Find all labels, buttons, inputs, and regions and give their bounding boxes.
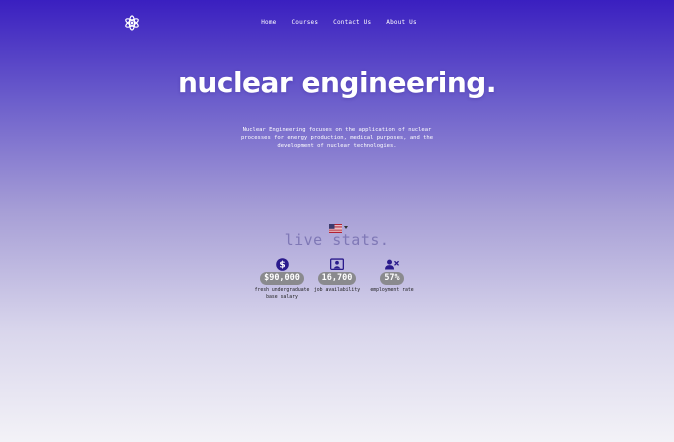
- nav-courses[interactable]: Courses: [291, 19, 318, 26]
- stat-salary: $ $90,000 fresh undergraduate base salar…: [252, 257, 312, 301]
- stat-label: fresh undergraduate base salary: [254, 288, 310, 300]
- svg-text:$: $: [279, 260, 285, 270]
- dollar-circle-icon: $: [275, 257, 289, 271]
- job-board-icon: [330, 257, 344, 271]
- stat-label: employment rate: [370, 288, 414, 293]
- nav-contact-us[interactable]: Contact Us: [333, 19, 371, 26]
- stat-employment: 57% employment rate: [362, 257, 422, 295]
- hero-title: nuclear engineering.: [177, 66, 497, 99]
- nav-home[interactable]: Home: [261, 19, 276, 26]
- hero-description: Nuclear Engineering focuses on the appli…: [240, 127, 434, 149]
- chevron-down-icon: [344, 226, 348, 229]
- stat-jobs: 16,700 job availability: [309, 257, 365, 295]
- stat-label: job availability: [313, 288, 361, 293]
- user-times-icon: [385, 257, 399, 271]
- stat-value: 16,700: [317, 272, 357, 285]
- stat-value: $90,000: [260, 272, 304, 285]
- main-nav: Home Courses Contact Us About Us: [0, 19, 674, 26]
- stats-title: live stats.: [284, 231, 390, 249]
- nav-about-us[interactable]: About Us: [386, 19, 417, 26]
- stat-value: 57%: [380, 272, 404, 285]
